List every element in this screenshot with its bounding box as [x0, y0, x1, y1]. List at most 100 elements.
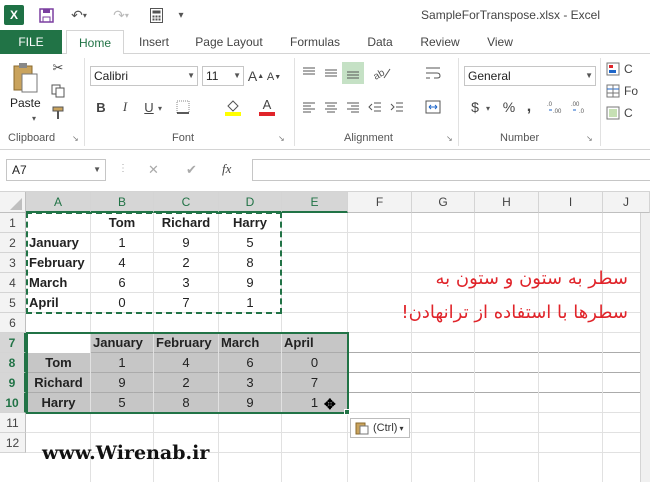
- name-box[interactable]: A7 ▼: [6, 159, 106, 181]
- bold-button[interactable]: B: [92, 98, 110, 116]
- tab-page-layout[interactable]: Page Layout: [188, 30, 270, 54]
- undo-icon[interactable]: ↶ ▾: [64, 6, 94, 24]
- column-header[interactable]: I: [539, 192, 603, 213]
- align-top-icon[interactable]: [300, 64, 318, 82]
- excel-logo-icon: X: [4, 5, 24, 25]
- row-header[interactable]: 11: [0, 413, 26, 433]
- column-header[interactable]: A: [26, 192, 91, 213]
- formula-input[interactable]: [252, 159, 650, 181]
- align-bottom-icon[interactable]: [342, 62, 364, 84]
- percent-button[interactable]: %: [500, 98, 518, 116]
- select-all-corner[interactable]: [0, 192, 26, 213]
- tab-review[interactable]: Review: [412, 30, 468, 54]
- vertical-scrollbar[interactable]: [640, 213, 650, 482]
- align-left-icon[interactable]: [300, 98, 318, 116]
- tab-formulas[interactable]: Formulas: [282, 30, 348, 54]
- tab-view[interactable]: View: [478, 30, 522, 54]
- fill-color-icon[interactable]: [222, 96, 244, 118]
- ribbon: Paste ▾ ✂ Clipboard ↘ Calibri ▼ 11 ▼ A ▲ A ▼…: [0, 54, 650, 150]
- row-header[interactable]: 4: [0, 273, 26, 293]
- grow-font-button[interactable]: A ▲: [248, 66, 264, 86]
- comma-style-button[interactable]: ,: [522, 98, 536, 116]
- row-header[interactable]: 7: [0, 333, 26, 353]
- column-header[interactable]: G: [412, 192, 475, 213]
- italic-button[interactable]: I: [116, 98, 134, 116]
- format-as-table-button[interactable]: Fo: [606, 82, 650, 100]
- gridline: [411, 213, 412, 482]
- tab-data[interactable]: Data: [358, 30, 402, 54]
- customize-toolbar-icon[interactable]: ▾: [174, 6, 188, 24]
- align-center-icon[interactable]: [322, 98, 340, 116]
- paste-dropdown-icon[interactable]: ▾: [32, 114, 36, 123]
- column-header[interactable]: C: [154, 192, 219, 213]
- group-label-number: Number: [500, 132, 540, 144]
- gridline: [26, 432, 650, 433]
- paste-button[interactable]: Paste: [10, 96, 41, 110]
- row-header[interactable]: 5: [0, 293, 26, 313]
- wrap-text-icon[interactable]: [422, 64, 444, 82]
- watermark-text: www.Wirenab.ir: [42, 442, 210, 464]
- tab-insert[interactable]: Insert: [130, 30, 178, 54]
- enter-icon[interactable]: ✔: [186, 162, 197, 178]
- underline-dropdown-icon[interactable]: ▾: [158, 104, 162, 113]
- row-header[interactable]: 6: [0, 313, 26, 333]
- font-name-combo[interactable]: Calibri ▼: [90, 66, 198, 86]
- redo-icon[interactable]: ↷ ▾: [106, 6, 136, 24]
- column-header[interactable]: D: [219, 192, 282, 213]
- cut-icon[interactable]: ✂: [48, 58, 68, 78]
- svg-text:.00: .00: [553, 109, 562, 114]
- column-header[interactable]: F: [348, 192, 412, 213]
- row-header[interactable]: 2: [0, 233, 26, 253]
- shrink-font-button[interactable]: A ▼: [266, 68, 282, 86]
- column-header[interactable]: H: [475, 192, 539, 213]
- tab-home[interactable]: Home: [66, 30, 124, 55]
- column-header[interactable]: E: [282, 192, 348, 213]
- clipboard-launcher-icon[interactable]: ↘: [72, 134, 79, 143]
- row-header[interactable]: 9: [0, 373, 26, 393]
- paste-icon[interactable]: [8, 60, 42, 96]
- currency-button[interactable]: $: [466, 98, 484, 116]
- alignment-launcher-icon[interactable]: ↘: [446, 134, 453, 143]
- number-format-combo[interactable]: General ▼: [464, 66, 596, 86]
- font-color-button[interactable]: A: [256, 96, 278, 118]
- decrease-indent-icon[interactable]: [366, 98, 384, 116]
- underline-button[interactable]: U: [140, 98, 158, 116]
- row-header[interactable]: 1: [0, 213, 26, 233]
- font-size-combo[interactable]: 11 ▼: [202, 66, 244, 86]
- selection-border: [26, 332, 349, 414]
- clipboard-icon: [355, 421, 369, 441]
- number-launcher-icon[interactable]: ↘: [586, 134, 593, 143]
- insert-function-icon[interactable]: fx: [222, 161, 231, 177]
- column-header[interactable]: B: [91, 192, 154, 213]
- svg-text:.0: .0: [547, 102, 553, 108]
- paste-options-button[interactable]: (Ctrl) ▾: [350, 418, 410, 438]
- currency-dropdown-icon[interactable]: ▾: [486, 104, 490, 113]
- row-header[interactable]: 10: [0, 393, 26, 413]
- align-right-icon[interactable]: [344, 98, 362, 116]
- row-header[interactable]: 3: [0, 253, 26, 273]
- increase-decimal-icon[interactable]: .0.00: [546, 98, 566, 116]
- save-icon[interactable]: [36, 6, 56, 24]
- copy-icon[interactable]: [48, 82, 68, 100]
- row-header[interactable]: 12: [0, 433, 26, 453]
- cancel-icon[interactable]: ✕: [148, 162, 159, 178]
- worksheet-grid[interactable]: A B C D E F G H I J 1 2 3 4 5 6 7 8 9 10…: [0, 192, 650, 482]
- cell-styles-button[interactable]: C: [606, 104, 650, 122]
- format-painter-icon[interactable]: [48, 104, 68, 122]
- merge-center-icon[interactable]: [422, 98, 444, 116]
- calculator-icon[interactable]: [146, 6, 166, 24]
- align-middle-icon[interactable]: [322, 64, 340, 82]
- group-separator: [600, 58, 601, 146]
- conditional-formatting-button[interactable]: C: [606, 60, 650, 78]
- orientation-icon[interactable]: ab: [368, 64, 396, 82]
- gridline: [602, 213, 603, 482]
- increase-indent-icon[interactable]: [388, 98, 406, 116]
- row-header[interactable]: 8: [0, 353, 26, 373]
- font-launcher-icon[interactable]: ↘: [278, 134, 285, 143]
- column-header[interactable]: J: [603, 192, 650, 213]
- decrease-decimal-icon[interactable]: .00.0: [570, 98, 590, 116]
- group-label-clipboard: Clipboard: [8, 132, 56, 144]
- tab-file[interactable]: FILE: [0, 30, 62, 54]
- fill-handle[interactable]: [344, 409, 350, 415]
- borders-icon[interactable]: [172, 98, 194, 116]
